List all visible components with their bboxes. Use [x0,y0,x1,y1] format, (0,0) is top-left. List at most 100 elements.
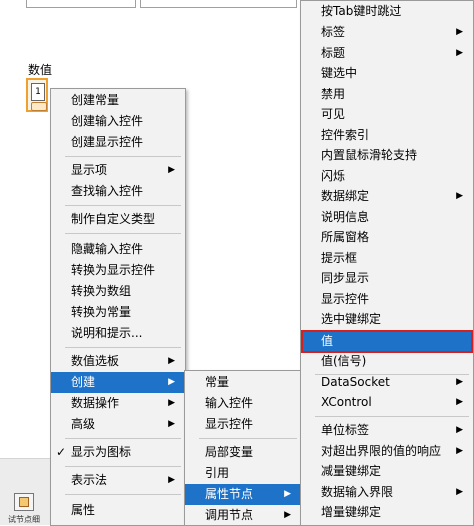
submenu-arrow-icon: ▶ [456,397,463,407]
menu-item-label: 局部变量 [205,445,254,459]
menu-item-skip-tab[interactable]: 按Tab键时跳过 [301,1,473,22]
menu-item-label: 说明和提示... [71,326,143,340]
menu-item-caption[interactable]: 标题 ▶ [301,43,473,64]
menu-item-label: 转换为常量 [71,305,132,319]
menu-item-create-control[interactable]: 创建输入控件 [51,111,185,132]
menu-item-change-to-constant[interactable]: 转换为常量 [51,302,185,323]
menu-item-control[interactable]: 输入控件 [185,393,301,414]
submenu-arrow-icon: ▶ [456,377,463,387]
submenu-arrow-icon: ▶ [168,356,175,366]
menu-item-change-to-array[interactable]: 转换为数组 [51,281,185,302]
menu-item-representation[interactable]: 表示法 ▶ [51,470,185,491]
submenu-arrow-icon: ▶ [456,425,463,435]
node-caption: 试节点细 [8,515,40,524]
menu-item-label: 显示控件 [321,292,370,306]
menu-item-label: 调用节点 [205,508,254,522]
submenu-arrow-icon: ▶ [456,191,463,201]
menu-item-label: 同步显示 [321,271,370,285]
menu-item-unit-label[interactable]: 单位标签 ▶ [301,420,473,441]
menu-separator [199,438,297,439]
submenu-arrow-icon: ▶ [284,489,291,499]
menu-item-advanced[interactable]: 高级 ▶ [51,414,185,435]
property-node-submenu: 按Tab键时跳过 标签 ▶ 标题 ▶ 键选中 禁用 可见 控件索引 内置鼠标滑轮支持… [300,0,474,526]
menu-item-reference[interactable]: 引用 [185,463,301,484]
menu-item-datasocket[interactable]: DataSocket ▶ [301,372,473,393]
menu-separator [315,416,469,417]
menu-item-decrement-key-binding[interactable]: 减量键绑定 [301,461,473,482]
menu-item-label: 常量 [205,375,230,389]
menu-item-blinking[interactable]: 闪烁 [301,166,473,187]
menu-item-label: 显示项 [71,163,108,177]
menu-separator [65,233,181,234]
submenu-arrow-icon: ▶ [168,419,175,429]
menu-item-description[interactable]: 说明信息 [301,207,473,228]
menu-item-create-constant[interactable]: 创建常量 [51,90,185,111]
menu-item-change-to-indicator[interactable]: 转换为显示控件 [51,260,185,281]
menu-item-key-focus-binding[interactable]: 选中键绑定 [301,309,473,330]
menu-item-label: 标签 [321,25,346,39]
menu-item-out-of-range[interactable]: 对超出界限的值的响应 ▶ [301,441,473,462]
menu-item-tip-strip[interactable]: 提示框 [301,248,473,269]
menu-item-data-operations[interactable]: 数据操作 ▶ [51,393,185,414]
menu-item-local-variable[interactable]: 局部变量 [185,442,301,463]
menu-item-label: 禁用 [321,87,346,101]
menu-item-mouse-wheel[interactable]: 内置鼠标滑轮支持 [301,145,473,166]
menu-item-label: 创建常量 [71,93,120,107]
submenu-arrow-icon: ▶ [168,165,175,175]
menu-item-label: DataSocket [321,375,390,389]
menu-item-property-node[interactable]: 属性节点 ▶ [185,484,301,505]
menu-item-label: 创建显示控件 [71,135,144,149]
menu-item-data-entry-limits[interactable]: 数据输入界限 ▶ [301,482,473,503]
menu-item-label: 显示为图标 [71,445,132,459]
menu-item-label: 输入控件 [205,396,254,410]
menu-item-hide-control[interactable]: 隐藏输入控件 [51,239,185,260]
menu-item-label: 显示控件 [205,417,254,431]
submenu-arrow-icon: ▶ [456,487,463,497]
menu-item-properties[interactable]: 属性 [51,500,185,521]
submenu-arrow-icon: ▶ [456,48,463,58]
menu-item-label: 隐藏输入控件 [71,242,144,256]
menu-item-label: 控件索引 [321,128,370,142]
menu-item-label: 高级 [71,417,96,431]
menu-item-find-control[interactable]: 查找输入控件 [51,181,185,202]
menu-item-make-typedef[interactable]: 制作自定义类型 [51,209,185,230]
menu-item-visible[interactable]: 可见 [301,104,473,125]
menu-item-indicator-prop[interactable]: 显示控件 [301,289,473,310]
menu-item-invoke-node[interactable]: 调用节点 ▶ [185,505,301,526]
menu-item-owning-pane[interactable]: 所属窗格 [301,227,473,248]
menu-separator [65,466,181,467]
menu-item-view-as-icon[interactable]: ✓ 显示为图标 [51,442,185,463]
menu-item-data-binding[interactable]: 数据绑定 ▶ [301,186,473,207]
menu-separator [65,205,181,206]
menu-item-sync-display[interactable]: 同步显示 [301,268,473,289]
menu-item-label: 选中键绑定 [321,312,382,326]
menu-item-label: 数据绑定 [321,189,370,203]
menu-item-xcontrol[interactable]: XControl ▶ [301,392,473,413]
menu-item-increment-key-binding[interactable]: 增量键绑定 [301,502,473,523]
menu-item-value-signaling[interactable]: 值(信号) [301,351,473,372]
menu-item-label: 可见 [321,107,346,121]
toolbar-field[interactable] [26,0,136,8]
menu-item-control-index[interactable]: 控件索引 [301,125,473,146]
menu-item-disabled[interactable]: 禁用 [301,84,473,105]
menu-item-numeric-palette[interactable]: 数值选板 ▶ [51,351,185,372]
menu-item-label: 创建输入控件 [71,114,144,128]
menu-item-label-prop[interactable]: 标签 ▶ [301,22,473,43]
menu-item-description-tip[interactable]: 说明和提示... [51,323,185,344]
menu-item-label: 减量键绑定 [321,464,382,478]
menu-separator [65,347,181,348]
toolbar-field[interactable] [140,0,297,8]
menu-item-label: 内置鼠标滑轮支持 [321,148,418,162]
menu-item-indicator[interactable]: 显示控件 [185,414,301,435]
node-icon[interactable] [14,493,34,511]
menu-item-label: 数据操作 [71,396,120,410]
menu-item-label: 数据输入界限 [321,485,394,499]
menu-item-constant[interactable]: 常量 [185,372,301,393]
menu-item-create-indicator[interactable]: 创建显示控件 [51,132,185,153]
menu-item-create[interactable]: 创建 ▶ [51,372,185,393]
menu-item-visible-items[interactable]: 显示项 ▶ [51,160,185,181]
menu-item-key-focus[interactable]: 键选中 [301,63,473,84]
menu-item-label: 说明信息 [321,210,370,224]
menu-item-label: 数值选板 [71,354,120,368]
numeric-control-terminal[interactable]: 1 [26,78,48,112]
